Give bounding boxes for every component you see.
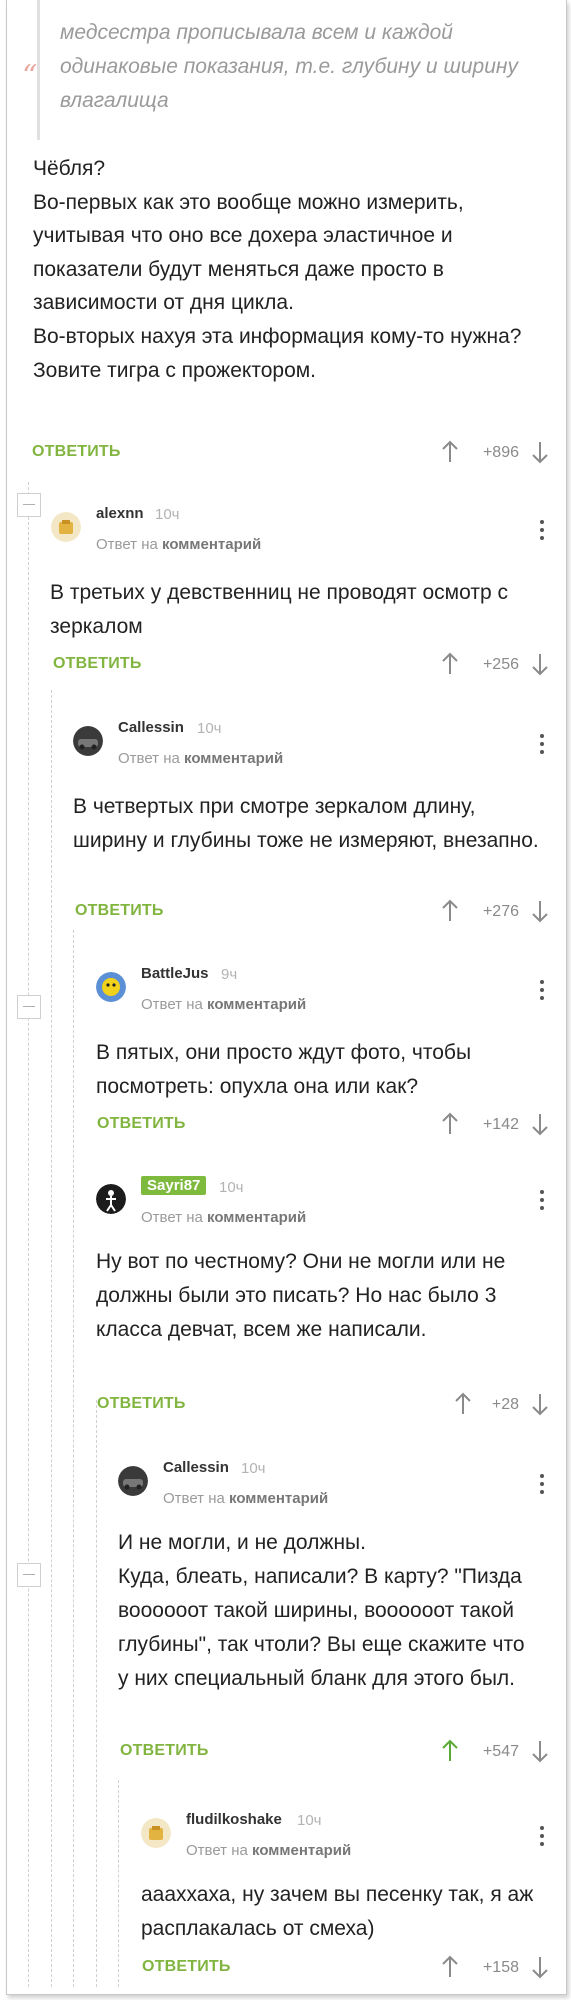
- reply-to-meta: Ответ на комментарий: [96, 536, 262, 553]
- arrow-down-icon[interactable]: [530, 1955, 550, 1979]
- collapse-thread-icon[interactable]: [17, 493, 41, 517]
- arrow-up-icon[interactable]: [440, 1955, 460, 1979]
- comment-time: 10ч: [155, 506, 180, 523]
- comment-score: +158: [482, 1959, 519, 1976]
- comment-time: 10ч: [197, 720, 222, 737]
- reply-button[interactable]: ОТВЕТИТЬ: [75, 902, 164, 920]
- reply-button[interactable]: ОТВЕТИТЬ: [97, 1395, 186, 1413]
- arrow-up-icon[interactable]: [440, 1739, 460, 1763]
- arrow-up-icon[interactable]: [453, 1392, 473, 1416]
- thread-line: [73, 930, 74, 1987]
- reply-to-link[interactable]: комментарий: [252, 1842, 351, 1859]
- arrow-up-icon[interactable]: [440, 652, 460, 676]
- avatar[interactable]: [141, 1818, 171, 1848]
- comment-time: 10ч: [241, 1460, 266, 1477]
- collapse-thread-icon[interactable]: [17, 1563, 41, 1587]
- comment-text: В четвертых при смотре зеркалом длину, ш…: [73, 795, 539, 852]
- avatar[interactable]: [73, 726, 103, 756]
- comment-time: 10ч: [219, 1179, 244, 1196]
- comment-thread-panel: “ медсестра прописывала всем и каждой од…: [6, 0, 567, 1995]
- arrow-up-icon[interactable]: [440, 1112, 460, 1136]
- arrow-down-icon[interactable]: [530, 899, 550, 923]
- comment-author[interactable]: Callessin: [118, 719, 184, 736]
- reply-to-link[interactable]: комментарий: [162, 536, 261, 553]
- comment-text: И не могли, и не должны. Куда, блеать, н…: [118, 1531, 525, 1690]
- comment-text: аааххаха, ну зачем вы песенку так, я аж …: [141, 1883, 534, 1940]
- arrow-down-icon[interactable]: [530, 440, 550, 464]
- avatar[interactable]: [96, 972, 126, 1002]
- comment-text: В пятых, они просто ждут фото, чтобы пос…: [96, 1041, 472, 1098]
- arrow-up-icon[interactable]: [440, 440, 460, 464]
- more-vertical-icon[interactable]: [539, 1190, 545, 1214]
- comment-score: +256: [482, 656, 519, 673]
- comment-text: В третьих у девственниц не проводят осмо…: [50, 581, 508, 638]
- comment-score: +142: [482, 1116, 519, 1133]
- reply-to-link[interactable]: комментарий: [207, 996, 306, 1013]
- reply-to-link[interactable]: комментарий: [207, 1209, 306, 1226]
- reply-button[interactable]: ОТВЕТИТЬ: [142, 1958, 231, 1976]
- reply-to-meta: Ответ на комментарий: [163, 1490, 329, 1507]
- quoted-text: медсестра прописывала всем и каждой один…: [60, 21, 518, 112]
- comment-score: +28: [491, 1396, 519, 1413]
- reply-to-meta: Ответ на комментарий: [141, 1209, 307, 1226]
- thread-line: [51, 690, 52, 1987]
- thread-line: [28, 482, 29, 1987]
- comment-author[interactable]: alexnn: [96, 505, 144, 522]
- comment-time: 10ч: [297, 1812, 322, 1829]
- comment-author[interactable]: Callessin: [163, 1459, 229, 1476]
- reply-button[interactable]: ОТВЕТИТЬ: [120, 1742, 209, 1760]
- reply-button[interactable]: ОТВЕТИТЬ: [53, 655, 142, 673]
- comment-text: Ну вот по честному? Они не могли или не …: [96, 1250, 506, 1341]
- reply-to-link[interactable]: комментарий: [184, 750, 283, 767]
- more-vertical-icon[interactable]: [539, 734, 545, 758]
- more-vertical-icon[interactable]: [539, 1826, 545, 1850]
- comment-score: +547: [482, 1743, 519, 1760]
- reply-button[interactable]: ОТВЕТИТЬ: [32, 443, 121, 461]
- arrow-up-icon[interactable]: [440, 899, 460, 923]
- avatar[interactable]: [96, 1184, 126, 1214]
- quote-mark-icon: “: [22, 59, 38, 94]
- thread-line: [118, 1780, 119, 1987]
- reply-to-meta: Ответ на комментарий: [118, 750, 284, 767]
- reply-button[interactable]: ОТВЕТИТЬ: [97, 1115, 186, 1133]
- arrow-down-icon[interactable]: [530, 1739, 550, 1763]
- comment-author[interactable]: fludilkoshake: [186, 1811, 282, 1828]
- reply-to-link[interactable]: комментарий: [229, 1490, 328, 1507]
- reply-to-meta: Ответ на комментарий: [186, 1842, 352, 1859]
- avatar[interactable]: [51, 512, 81, 542]
- arrow-down-icon[interactable]: [530, 1392, 550, 1416]
- author-badge[interactable]: Sayri87: [141, 1176, 207, 1195]
- thread-line: [96, 1400, 97, 1987]
- post-score: +896: [482, 444, 519, 461]
- comment-score: +276: [482, 903, 519, 920]
- collapse-thread-icon[interactable]: [17, 995, 41, 1019]
- more-vertical-icon[interactable]: [539, 1474, 545, 1498]
- quoted-text-block: “ медсестра прописывала всем и каждой од…: [22, 0, 540, 140]
- comment-time: 9ч: [221, 966, 238, 983]
- comment-author[interactable]: BattleJus: [141, 965, 209, 982]
- post-text: Чёбля? Во-первых как это вообще можно из…: [33, 157, 522, 382]
- more-vertical-icon[interactable]: [539, 520, 545, 544]
- reply-to-meta: Ответ на комментарий: [141, 996, 307, 1013]
- avatar[interactable]: [118, 1466, 148, 1496]
- arrow-down-icon[interactable]: [530, 652, 550, 676]
- arrow-down-icon[interactable]: [530, 1112, 550, 1136]
- more-vertical-icon[interactable]: [539, 980, 545, 1004]
